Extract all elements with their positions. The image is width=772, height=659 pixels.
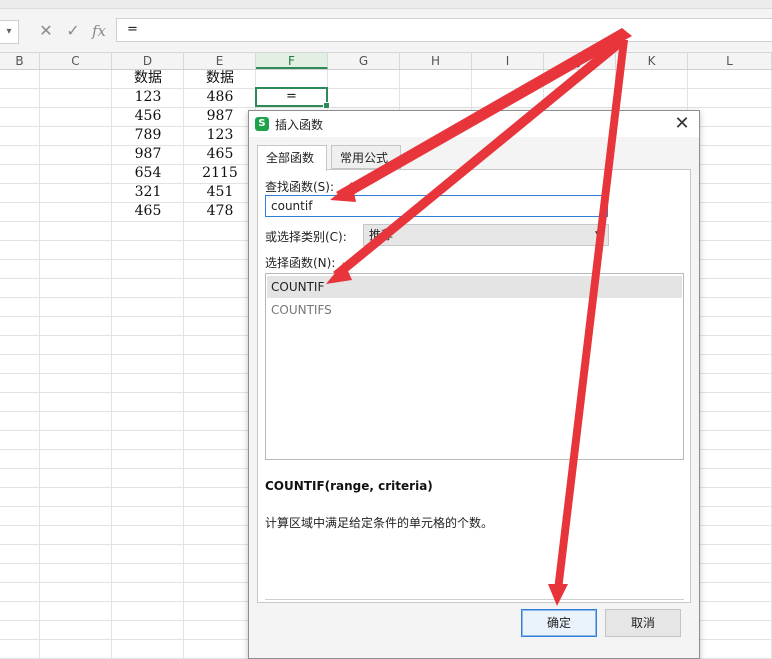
category-value: 推荐 xyxy=(369,228,394,242)
column-header-k[interactable]: K xyxy=(616,53,688,69)
cell-d1[interactable]: 数据 xyxy=(112,69,184,87)
wps-logo-icon: S xyxy=(255,117,269,131)
close-icon[interactable]: ✕ xyxy=(671,113,693,135)
column-headers: BCDEFGHIJKL xyxy=(0,53,772,70)
ok-button[interactable]: 确定 xyxy=(521,609,597,637)
cell-e1[interactable]: 数据 xyxy=(184,69,256,87)
insert-function-dialog: S 插入函数 ✕ 全部函数 常用公式 查找函数(S): countif 或选择类… xyxy=(248,110,700,659)
active-cell-F2[interactable]: = xyxy=(255,87,330,109)
cell-d6[interactable]: 654 xyxy=(112,164,184,182)
cancel-formula-icon[interactable]: ✕ xyxy=(35,20,57,42)
function-syntax: COUNTIF(range, criteria) xyxy=(265,479,433,493)
category-label: 或选择类别(C): xyxy=(265,230,347,244)
column-header-d[interactable]: D xyxy=(112,53,184,69)
column-header-b[interactable]: B xyxy=(0,53,40,69)
dropdown-arrow-icon: ▼ xyxy=(595,230,602,240)
column-header-l[interactable]: L xyxy=(688,53,772,69)
category-select[interactable]: 推荐 ▼ xyxy=(363,224,609,246)
formula-bar: ▾ ✕ ✓ fx = xyxy=(0,0,772,53)
dialog-divider xyxy=(265,599,684,600)
dialog-title: 插入函数 xyxy=(275,118,324,132)
fill-handle[interactable] xyxy=(323,102,330,109)
cell-e8[interactable]: 478 xyxy=(184,202,256,220)
name-box-dropdown[interactable]: ▾ xyxy=(0,20,19,44)
column-header-g[interactable]: G xyxy=(328,53,400,69)
function-item-countif[interactable]: COUNTIF xyxy=(267,276,682,298)
function-description: 计算区域中满足给定条件的单元格的个数。 xyxy=(265,516,494,530)
cell-d5[interactable]: 987 xyxy=(112,145,184,163)
cell-e4[interactable]: 123 xyxy=(184,126,256,144)
dialog-titlebar: S 插入函数 ✕ xyxy=(249,111,699,137)
grid-vline xyxy=(39,70,40,659)
cell-e3[interactable]: 987 xyxy=(184,107,256,125)
cell-e6[interactable]: 2115 xyxy=(184,164,256,182)
column-header-c[interactable]: C xyxy=(40,53,112,69)
cell-d7[interactable]: 321 xyxy=(112,183,184,201)
confirm-formula-icon[interactable]: ✓ xyxy=(62,20,84,42)
cell-e5[interactable]: 465 xyxy=(184,145,256,163)
formula-input[interactable]: = xyxy=(116,18,772,42)
cancel-button[interactable]: 取消 xyxy=(605,609,681,637)
cell-e7[interactable]: 451 xyxy=(184,183,256,201)
search-function-input[interactable]: countif xyxy=(265,195,608,217)
cell-d3[interactable]: 456 xyxy=(112,107,184,125)
column-header-h[interactable]: H xyxy=(400,53,472,69)
function-list[interactable]: COUNTIF COUNTIFS xyxy=(265,273,684,460)
tab-common-formulas[interactable]: 常用公式 xyxy=(331,145,401,169)
active-cell-value: = xyxy=(286,89,297,104)
cell-d8[interactable]: 465 xyxy=(112,202,184,220)
function-item-countifs[interactable]: COUNTIFS xyxy=(267,299,682,321)
insert-function-icon[interactable]: fx xyxy=(88,20,110,42)
cell-d2[interactable]: 123 xyxy=(112,88,184,106)
tab-all-functions[interactable]: 全部函数 xyxy=(257,145,327,171)
toolbar-edge xyxy=(0,0,772,9)
search-label: 查找函数(S): xyxy=(265,180,335,194)
column-header-i[interactable]: I xyxy=(472,53,544,69)
column-header-f[interactable]: F xyxy=(256,53,328,69)
column-header-e[interactable]: E xyxy=(184,53,256,69)
function-list-label: 选择函数(N): xyxy=(265,256,336,270)
column-header-j[interactable]: J xyxy=(544,53,616,69)
cell-e2[interactable]: 486 xyxy=(184,88,256,106)
cell-d4[interactable]: 789 xyxy=(112,126,184,144)
